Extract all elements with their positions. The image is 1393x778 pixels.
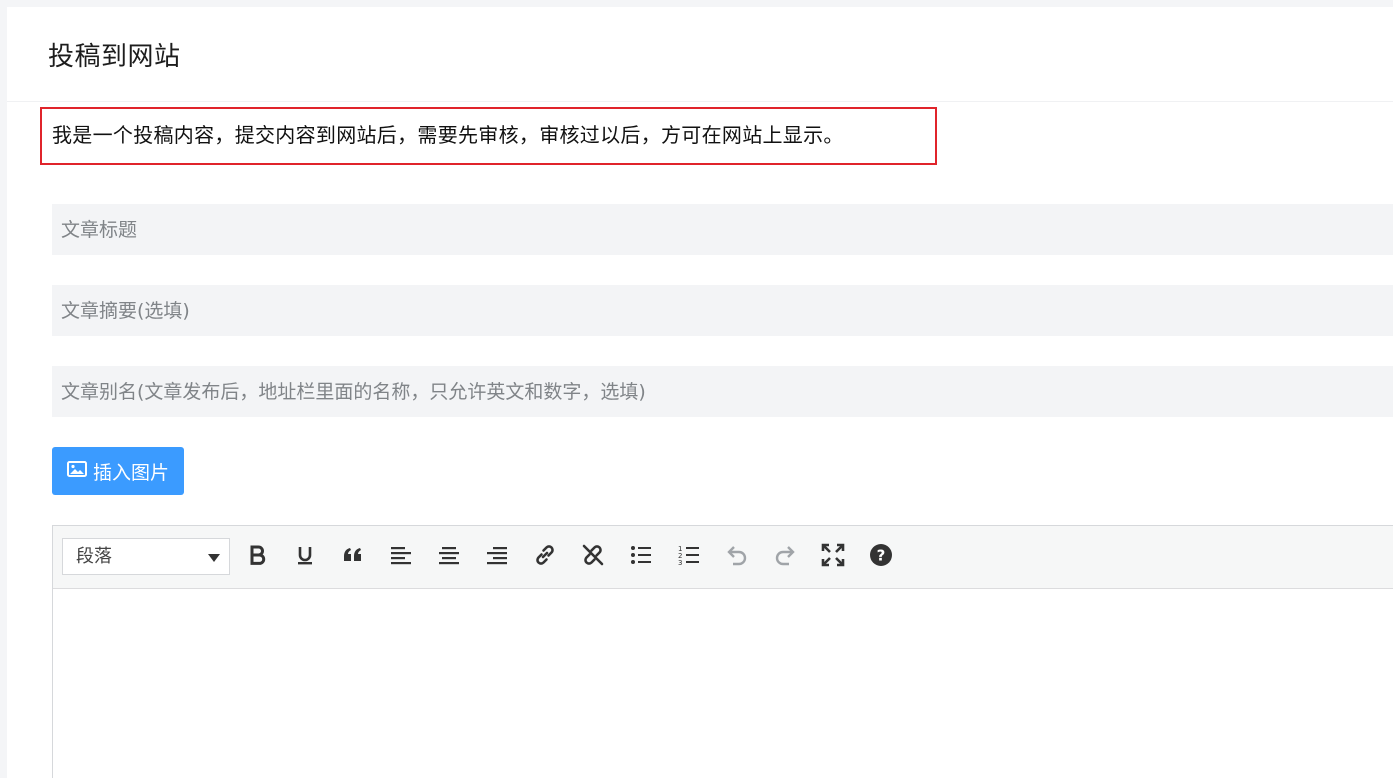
chevron-down-icon [208,554,220,562]
align-left-button[interactable] [384,540,418,574]
format-select[interactable]: 段落 [62,538,230,575]
align-center-icon [436,542,462,572]
page-title: 投稿到网站 [48,42,181,72]
redo-icon [772,542,798,572]
help-button[interactable]: ? [864,540,898,574]
fullscreen-icon [820,542,846,572]
link-icon [532,542,558,572]
numbered-list-icon: 123 [676,542,702,572]
underline-icon [292,542,318,572]
card-header: 投稿到网站 [7,7,1393,102]
insert-image-label: 插入图片 [92,461,169,484]
notice-text: 我是一个投稿内容，提交内容到网站后，需要先审核，审核过以后，方可在网站上显示。 [52,123,844,147]
svg-text:?: ? [877,547,886,565]
align-center-button[interactable] [432,540,466,574]
numbered-list-button[interactable]: 123 [672,540,706,574]
svg-text:3: 3 [678,559,682,567]
blockquote-button[interactable] [336,540,370,574]
align-left-icon [388,542,414,572]
remove-link-button[interactable] [576,540,610,574]
format-select-value: 段落 [76,546,112,567]
slug-input[interactable] [52,366,1393,417]
undo-button[interactable] [720,540,754,574]
insert-image-button[interactable]: 插入图片 [52,447,184,495]
notice-box: 我是一个投稿内容，提交内容到网站后，需要先审核，审核过以后，方可在网站上显示。 [40,107,937,165]
editor-toolbar: 段落 1 2 3 ? [53,526,1393,589]
bold-button[interactable] [240,540,274,574]
undo-icon [724,542,750,572]
underline-button[interactable] [288,540,322,574]
bullet-list-icon [628,542,654,572]
redo-button[interactable] [768,540,802,574]
help-icon: ? [868,542,894,572]
rich-text-editor: 段落 1 2 3 ? [52,525,1393,778]
post-card: 投稿到网站 我是一个投稿内容，提交内容到网站后，需要先审核，审核过以后，方可在网… [7,7,1393,778]
bold-icon [244,542,270,572]
excerpt-input[interactable] [52,285,1393,336]
bullet-list-button[interactable] [624,540,658,574]
title-input[interactable] [52,204,1393,255]
blockquote-icon [340,542,366,572]
unlink-icon [580,542,606,572]
editor-content-area[interactable] [53,589,1393,778]
align-right-button[interactable] [480,540,514,574]
fullscreen-button[interactable] [816,540,850,574]
insert-link-button[interactable] [528,540,562,574]
image-icon [66,460,87,482]
align-right-icon [484,542,510,572]
